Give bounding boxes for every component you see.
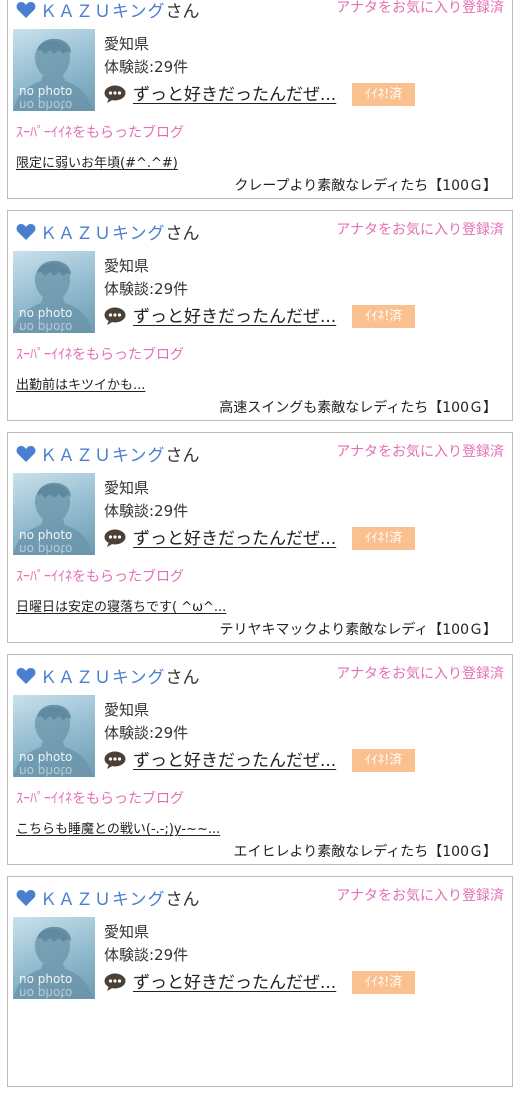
prefecture: 愛知県 xyxy=(104,257,150,275)
blog-title-link[interactable]: 出勤前はキツイかも... xyxy=(16,374,145,393)
like-status-badge[interactable]: ｲｲﾈ!済 xyxy=(352,971,415,994)
favorite-status: アナタをお気に入り登録済 xyxy=(336,444,504,460)
username-text: ＫＡＺＵキング xyxy=(40,2,166,22)
username-text: ＫＡＺＵキング xyxy=(40,668,166,688)
review-count: 体験談:29件 xyxy=(104,502,189,520)
super-like-blog-heading: ｽｰﾊﾟｰｲｲﾈをもらったブログ xyxy=(16,569,184,585)
super-like-blog-heading: ｽｰﾊﾟｰｲｲﾈをもらったブログ xyxy=(16,791,184,807)
avatar[interactable]: no photo no photo xyxy=(13,695,95,777)
username-text: ＫＡＺＵキング xyxy=(40,890,166,910)
product-name: クレープより素敵なレディたち【100Ｇ】 xyxy=(234,178,497,194)
review-count: 体験談:29件 xyxy=(104,946,189,964)
review-title-link[interactable]: ずっと好きだったんだぜ... xyxy=(133,746,336,771)
avatar-placeholder-text: no photo xyxy=(19,750,73,764)
avatar[interactable]: no photo no photo xyxy=(13,251,95,333)
speech-bubble-icon xyxy=(104,529,126,547)
username-suffix: さん xyxy=(165,890,200,910)
like-status-badge[interactable]: ｲｲﾈ!済 xyxy=(352,83,415,106)
super-like-blog-heading: ｽｰﾊﾟｰｲｲﾈをもらったブログ xyxy=(16,125,184,141)
favorite-status: アナタをお気に入り登録済 xyxy=(336,888,504,904)
speech-bubble-icon xyxy=(104,85,126,103)
user-card: ＫＡＺＵキングさん アナタをお気に入り登録済 no photo no photo… xyxy=(7,654,513,865)
favorite-status: アナタをお気に入り登録済 xyxy=(336,666,504,682)
avatar[interactable]: no photo no photo xyxy=(13,917,95,999)
avatar[interactable]: no photo no photo xyxy=(13,29,95,111)
blog-title-link[interactable]: 限定に弱いお年頃(#^.^#) xyxy=(16,152,178,171)
avatar-placeholder-text: no photo xyxy=(19,84,73,98)
product-name: 高速スイングも素敵なレディたち【100Ｇ】 xyxy=(219,400,497,416)
username-suffix: さん xyxy=(165,668,200,688)
heart-icon[interactable] xyxy=(16,445,36,463)
prefecture: 愛知県 xyxy=(104,35,150,53)
username-suffix: さん xyxy=(165,2,200,22)
speech-bubble-icon xyxy=(104,973,126,991)
speech-bubble-icon xyxy=(104,751,126,769)
username-link[interactable]: ＫＡＺＵキングさん xyxy=(40,219,200,244)
review-count: 体験談:29件 xyxy=(104,280,189,298)
heart-icon[interactable] xyxy=(16,667,36,685)
avatar-placeholder-text: no photo xyxy=(19,306,73,320)
user-card-list: ＫＡＺＵキングさん アナタをお気に入り登録済 no photo no photo… xyxy=(0,0,519,1098)
username-suffix: さん xyxy=(165,446,200,466)
favorite-status: アナタをお気に入り登録済 xyxy=(336,0,504,16)
avatar-placeholder-reflection: no photo xyxy=(19,320,73,333)
prefecture: 愛知県 xyxy=(104,923,150,941)
prefecture: 愛知県 xyxy=(104,479,150,497)
user-card: ＫＡＺＵキングさん アナタをお気に入り登録済 no photo no photo… xyxy=(7,876,513,1087)
username-text: ＫＡＺＵキング xyxy=(40,446,166,466)
username-suffix: さん xyxy=(165,224,200,244)
username-link[interactable]: ＫＡＺＵキングさん xyxy=(40,0,200,22)
avatar-placeholder-reflection: no photo xyxy=(19,542,73,555)
speech-bubble-icon xyxy=(104,307,126,325)
product-name: エイヒレより素敵なレディたち【100Ｇ】 xyxy=(233,844,497,860)
like-status-badge[interactable]: ｲｲﾈ!済 xyxy=(352,305,415,328)
user-card: ＫＡＺＵキングさん アナタをお気に入り登録済 no photo no photo… xyxy=(7,0,513,199)
username-link[interactable]: ＫＡＺＵキングさん xyxy=(40,441,200,466)
review-title-link[interactable]: ずっと好きだったんだぜ... xyxy=(133,80,336,105)
username-link[interactable]: ＫＡＺＵキングさん xyxy=(40,885,200,910)
avatar-placeholder-reflection: no photo xyxy=(19,986,73,999)
review-count: 体験談:29件 xyxy=(104,58,189,76)
username-text: ＫＡＺＵキング xyxy=(40,224,166,244)
review-title-link[interactable]: ずっと好きだったんだぜ... xyxy=(133,302,336,327)
prefecture: 愛知県 xyxy=(104,701,150,719)
user-card: ＫＡＺＵキングさん アナタをお気に入り登録済 no photo no photo… xyxy=(7,210,513,421)
review-title-link[interactable]: ずっと好きだったんだぜ... xyxy=(133,968,336,993)
super-like-blog-heading: ｽｰﾊﾟｰｲｲﾈをもらったブログ xyxy=(16,347,184,363)
review-title-link[interactable]: ずっと好きだったんだぜ... xyxy=(133,524,336,549)
avatar-placeholder-text: no photo xyxy=(19,528,73,542)
avatar[interactable]: no photo no photo xyxy=(13,473,95,555)
like-status-badge[interactable]: ｲｲﾈ!済 xyxy=(352,527,415,550)
review-count: 体験談:29件 xyxy=(104,724,189,742)
heart-icon[interactable] xyxy=(16,1,36,19)
user-card: ＫＡＺＵキングさん アナタをお気に入り登録済 no photo no photo… xyxy=(7,432,513,643)
product-name: テリヤキマックより素敵なレディ【100Ｇ】 xyxy=(219,622,497,638)
avatar-placeholder-reflection: no photo xyxy=(19,764,73,777)
avatar-placeholder-text: no photo xyxy=(19,972,73,986)
blog-title-link[interactable]: 日曜日は安定の寝落ちです( ^ω^... xyxy=(16,596,226,615)
avatar-placeholder-reflection: no photo xyxy=(19,98,73,111)
heart-icon[interactable] xyxy=(16,223,36,241)
username-link[interactable]: ＫＡＺＵキングさん xyxy=(40,663,200,688)
favorite-status: アナタをお気に入り登録済 xyxy=(336,222,504,238)
blog-title-link[interactable]: こちらも睡魔との戦い(-.-;)y-~~... xyxy=(16,818,220,837)
heart-icon[interactable] xyxy=(16,889,36,907)
like-status-badge[interactable]: ｲｲﾈ!済 xyxy=(352,749,415,772)
